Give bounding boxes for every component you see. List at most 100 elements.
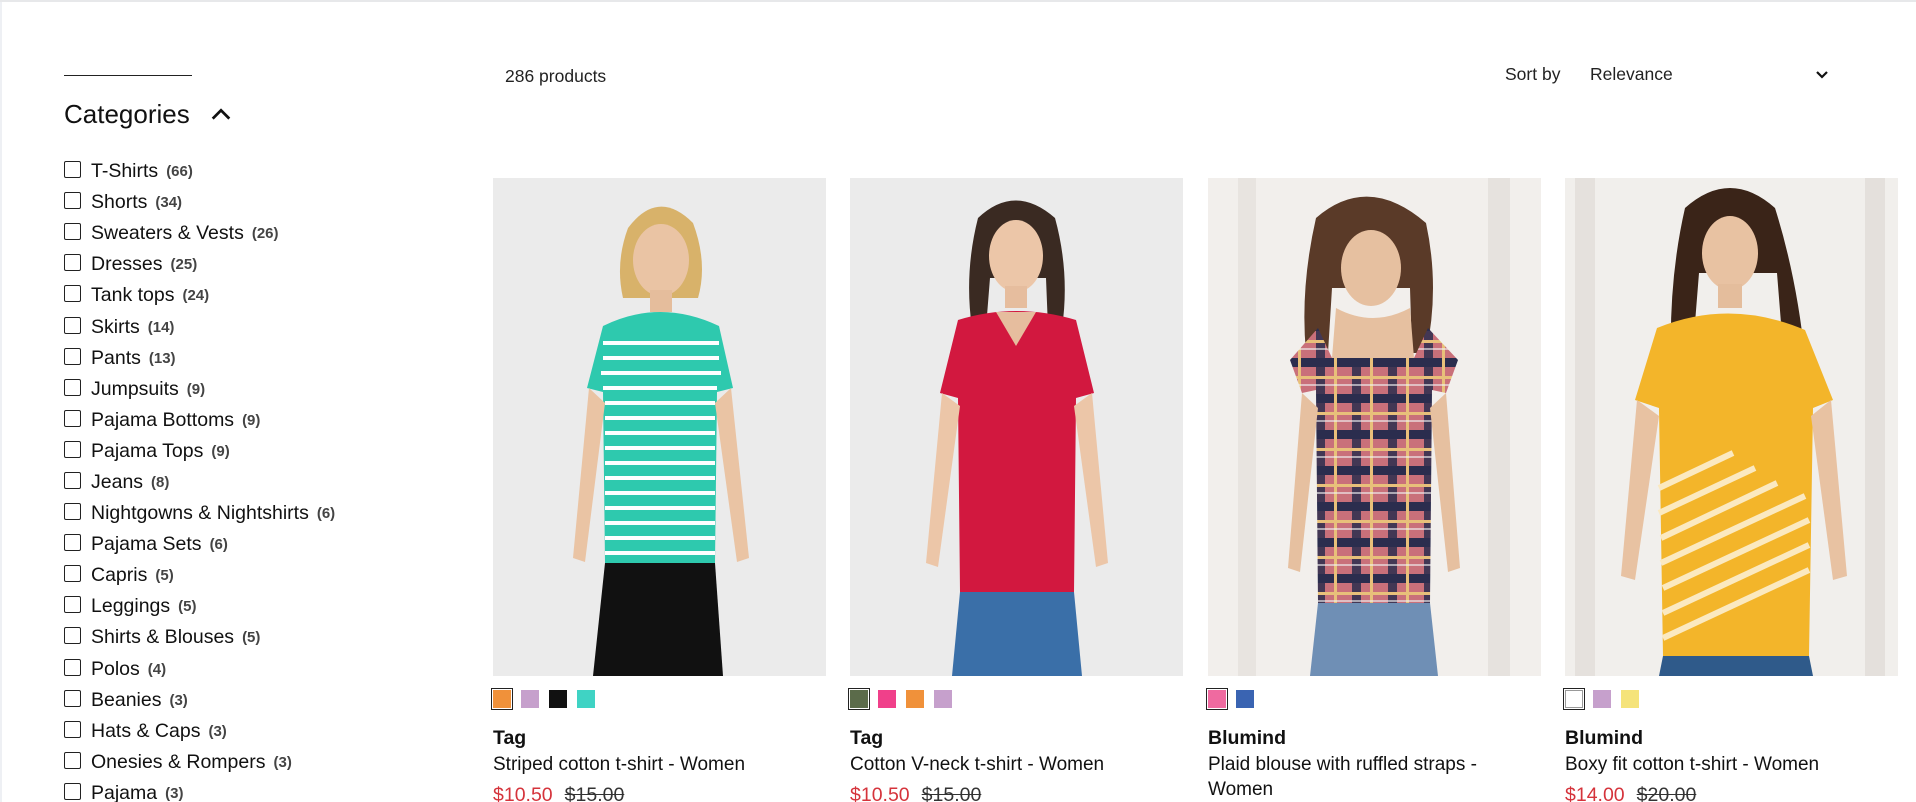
category-count: (24) bbox=[182, 287, 210, 305]
category-checkbox[interactable] bbox=[64, 254, 81, 272]
categories-title: Categories bbox=[64, 99, 190, 129]
product-brand[interactable]: Blumind bbox=[1565, 727, 1898, 750]
color-swatch[interactable] bbox=[577, 690, 595, 708]
category-count: (9) bbox=[211, 442, 230, 460]
category-filter-item[interactable]: Pajama (3) bbox=[64, 778, 335, 802]
product-name[interactable]: Plaid blouse with ruffled straps - Women bbox=[1208, 752, 1541, 802]
category-filter-item[interactable]: Shirts & Blouses (5) bbox=[64, 622, 335, 653]
category-filter-item[interactable]: Sweaters & Vests (26) bbox=[64, 218, 335, 249]
category-filter-item[interactable]: Beanies (3) bbox=[64, 685, 335, 716]
product-name[interactable]: Cotton V-neck t-shirt - Women bbox=[850, 752, 1183, 777]
woman-red-vneck-photo bbox=[850, 178, 1183, 676]
product-image[interactable] bbox=[493, 178, 826, 676]
category-checkbox[interactable] bbox=[64, 782, 81, 800]
category-checkbox[interactable] bbox=[64, 161, 81, 179]
category-filter-item[interactable]: Jumpsuits (9) bbox=[64, 374, 335, 405]
category-filter-item[interactable]: Pajama Tops (9) bbox=[64, 436, 335, 467]
product-image[interactable] bbox=[850, 178, 1183, 676]
color-swatches bbox=[490, 687, 826, 711]
category-label: Polos bbox=[91, 657, 140, 680]
product-brand[interactable]: Blumind bbox=[1208, 727, 1541, 750]
product-count: 286 products bbox=[505, 66, 607, 86]
category-label: Pajama Sets bbox=[91, 533, 202, 556]
category-count: (8) bbox=[151, 473, 170, 491]
sort-value: Relevance bbox=[1590, 63, 1673, 84]
category-label: Pants bbox=[91, 346, 141, 369]
product-name[interactable]: Striped cotton t-shirt - Women bbox=[493, 752, 826, 777]
color-swatch[interactable] bbox=[1621, 690, 1639, 708]
category-filter-item[interactable]: Polos (4) bbox=[64, 654, 335, 685]
chevron-down-icon bbox=[1816, 71, 1828, 79]
color-swatch[interactable] bbox=[1562, 687, 1586, 711]
category-filter-item[interactable]: Hats & Caps (3) bbox=[64, 716, 335, 747]
color-swatch[interactable] bbox=[1205, 687, 1229, 711]
categories-toggle[interactable]: Categories bbox=[64, 98, 232, 130]
color-swatch[interactable] bbox=[1593, 690, 1611, 708]
product-card[interactable]: Blumind Plaid blouse with ruffled straps… bbox=[1205, 178, 1541, 802]
sort-select[interactable]: Relevance bbox=[1590, 58, 1830, 90]
product-name[interactable]: Boxy fit cotton t-shirt - Women bbox=[1565, 752, 1898, 777]
category-count: (3) bbox=[169, 691, 188, 709]
category-label: Jumpsuits bbox=[91, 377, 179, 400]
category-checkbox[interactable] bbox=[64, 534, 81, 552]
color-swatch[interactable] bbox=[490, 687, 514, 711]
category-label: Sweaters & Vests bbox=[91, 222, 244, 245]
sale-price: $10.50 bbox=[850, 784, 910, 802]
category-checkbox[interactable] bbox=[64, 503, 81, 521]
category-filter-item[interactable]: Leggings (5) bbox=[64, 591, 335, 622]
category-checkbox[interactable] bbox=[64, 627, 81, 645]
category-checkbox[interactable] bbox=[64, 471, 81, 489]
category-label: Jeans bbox=[91, 470, 144, 493]
category-filter-item[interactable]: Pajama Sets (6) bbox=[64, 529, 335, 560]
color-swatch[interactable] bbox=[549, 690, 567, 708]
category-checkbox[interactable] bbox=[64, 223, 81, 241]
category-count: (66) bbox=[166, 163, 193, 181]
category-checkbox[interactable] bbox=[64, 192, 81, 210]
color-swatch[interactable] bbox=[847, 687, 871, 711]
product-brand[interactable]: Tag bbox=[850, 727, 1183, 750]
category-filter-item[interactable]: Pajama Bottoms (9) bbox=[64, 405, 335, 436]
product-brand[interactable]: Tag bbox=[493, 727, 826, 750]
color-swatch[interactable] bbox=[934, 690, 952, 708]
category-checkbox[interactable] bbox=[64, 720, 81, 738]
category-checkbox[interactable] bbox=[64, 689, 81, 707]
category-filter-item[interactable]: Onesies & Rompers (3) bbox=[64, 747, 335, 778]
category-filter-item[interactable]: Jeans (8) bbox=[64, 467, 335, 498]
category-filter-item[interactable]: Shorts (34) bbox=[64, 187, 335, 218]
product-image[interactable] bbox=[1208, 178, 1541, 676]
color-swatches bbox=[1562, 687, 1898, 711]
category-label: Hats & Caps bbox=[91, 719, 201, 742]
color-swatch[interactable] bbox=[1236, 690, 1254, 708]
category-checkbox[interactable] bbox=[64, 378, 81, 396]
category-filter-item[interactable]: Dresses (25) bbox=[64, 249, 335, 280]
category-checkbox[interactable] bbox=[64, 347, 81, 365]
category-filter-item[interactable]: Capris (5) bbox=[64, 560, 335, 591]
chevron-up-icon[interactable] bbox=[210, 103, 232, 125]
category-checkbox[interactable] bbox=[64, 596, 81, 614]
category-label: Shirts & Blouses bbox=[91, 626, 235, 649]
category-count: (3) bbox=[208, 722, 227, 740]
category-checkbox[interactable] bbox=[64, 565, 81, 583]
sort-label: Sort by bbox=[1505, 64, 1561, 84]
product-image[interactable] bbox=[1565, 178, 1898, 676]
category-checkbox[interactable] bbox=[64, 751, 81, 769]
category-checkbox[interactable] bbox=[64, 316, 81, 334]
color-swatch[interactable] bbox=[906, 690, 924, 708]
category-checkbox[interactable] bbox=[64, 658, 81, 676]
product-card[interactable]: Blumind Boxy fit cotton t-shirt - Women … bbox=[1562, 178, 1898, 802]
color-swatch[interactable] bbox=[878, 690, 896, 708]
category-filter-item[interactable]: Skirts (14) bbox=[64, 311, 335, 342]
category-checkbox[interactable] bbox=[64, 285, 81, 303]
category-label: T-Shirts bbox=[91, 160, 159, 183]
category-checkbox[interactable] bbox=[64, 440, 81, 458]
category-checkbox[interactable] bbox=[64, 409, 81, 427]
category-filter-item[interactable]: Nightgowns & Nightshirts (6) bbox=[64, 498, 335, 529]
category-filter-item[interactable]: Pants (13) bbox=[64, 343, 335, 374]
color-swatch[interactable] bbox=[521, 690, 539, 708]
category-count: (5) bbox=[178, 598, 197, 616]
product-card[interactable]: Tag Striped cotton t-shirt - Women $10.5… bbox=[490, 178, 826, 802]
category-filter-item[interactable]: T-Shirts (66) bbox=[64, 156, 335, 187]
product-card[interactable]: Tag Cotton V-neck t-shirt - Women $10.50… bbox=[847, 178, 1183, 802]
category-filter-item[interactable]: Tank tops (24) bbox=[64, 280, 335, 311]
sale-price: $10.50 bbox=[493, 784, 553, 802]
